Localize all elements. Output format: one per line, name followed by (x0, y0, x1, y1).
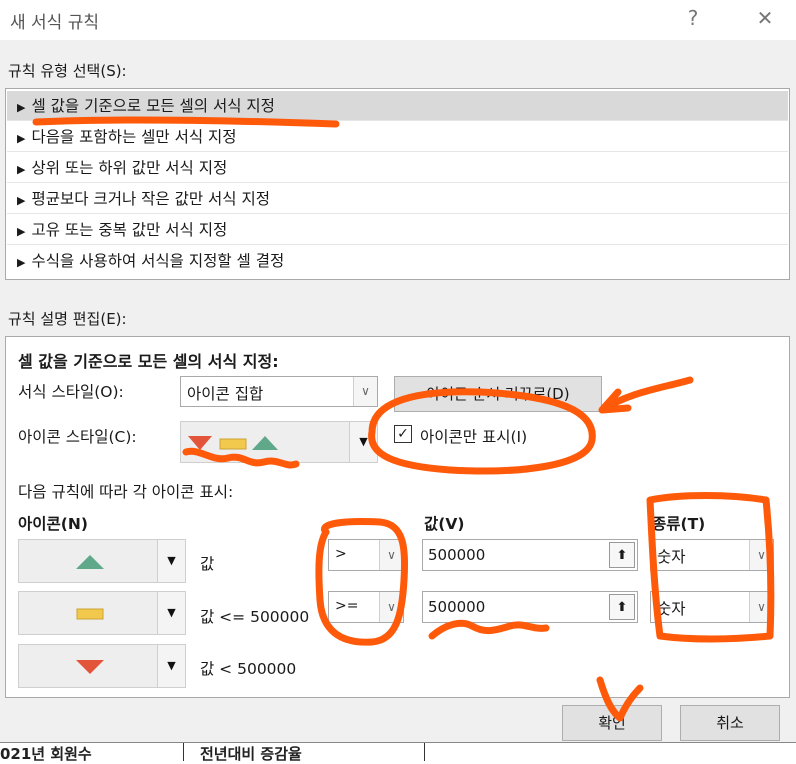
row1-operator-select[interactable]: > ∨ (328, 539, 404, 571)
help-button[interactable]: ? (676, 6, 710, 30)
chevron-down-icon: ∨ (379, 540, 403, 570)
dropdown-arrow-icon: ▼ (157, 540, 185, 582)
rule-type-item[interactable]: ▶ 다음을 포함하는 셀만 서식 지정 (7, 122, 788, 152)
up-triangle-green-icon (76, 555, 104, 569)
dialog-title: 새 서식 규칙 (10, 13, 100, 33)
range-select-icon[interactable]: ⬆ (609, 594, 635, 620)
title-bar: 새 서식 규칙 ? ✕ (0, 0, 796, 40)
rule-type-label: 규칙 유형 선택(S): (8, 62, 127, 80)
row3-condition-text: 값 < 500000 (200, 660, 297, 678)
ok-button[interactable]: 확인 (562, 705, 662, 741)
background-sheet-strip: 021년 회원수 전년대비 증감율 (0, 742, 796, 763)
type-column-header: 종류(T) (652, 515, 706, 533)
reverse-icon-order-button[interactable]: 아이콘 순서 거꾸로(D) (394, 376, 602, 412)
row1-condition-text: 값 (200, 555, 215, 573)
row2-type-select[interactable]: 숫자 ∨ (650, 591, 774, 623)
dropdown-arrow-icon: ▼ (157, 645, 185, 687)
three-triangles-icon (188, 436, 278, 450)
icon-only-label: 아이콘만 표시(I) (420, 428, 528, 446)
cancel-button[interactable]: 취소 (680, 705, 780, 741)
triangle-right-icon: ▶ (17, 225, 26, 238)
icon-style-label: 아이콘 스타일(C): (18, 428, 137, 446)
triangle-right-icon: ▶ (17, 132, 26, 145)
chevron-down-icon: ∨ (379, 592, 403, 622)
rules-caption: 다음 규칙에 따라 각 아이콘 표시: (18, 483, 234, 501)
range-select-icon[interactable]: ⬆ (609, 542, 635, 568)
sheet-cell-fragment: 021년 회원수 (0, 745, 92, 763)
down-triangle-red-icon (76, 660, 104, 674)
row1-type-select[interactable]: 숫자 ∨ (650, 539, 774, 571)
close-button[interactable]: ✕ (748, 6, 782, 30)
icon-only-checkbox[interactable]: ✓ (394, 425, 412, 443)
cell-divider (424, 743, 425, 761)
format-style-label: 서식 스타일(O): (18, 383, 124, 401)
dropdown-arrow-icon: ▼ (157, 592, 185, 634)
cell-divider (183, 743, 184, 761)
triangle-right-icon: ▶ (17, 256, 26, 269)
value-column-header: 값(V) (424, 515, 465, 533)
icon-style-select[interactable]: ▼ (180, 421, 378, 463)
icon-column-header: 아이콘(N) (18, 515, 88, 533)
rule-type-item[interactable]: ▶ 셀 값을 기준으로 모든 셀의 서식 지정 (7, 91, 788, 121)
triangle-right-icon: ▶ (17, 101, 26, 114)
rule-type-item[interactable]: ▶ 평균보다 크거나 작은 값만 서식 지정 (7, 184, 788, 214)
row2-operator-select[interactable]: >= ∨ (328, 591, 404, 623)
format-style-select[interactable]: 아이콘 집합 ∨ (180, 376, 378, 407)
chevron-down-icon: ∨ (749, 540, 773, 570)
rule-type-item[interactable]: ▶ 고유 또는 중복 값만 서식 지정 (7, 215, 788, 245)
row2-icon-select[interactable]: ▼ (18, 591, 186, 635)
sheet-cell-fragment: 전년대비 증감율 (200, 745, 302, 763)
triangle-right-icon: ▶ (17, 194, 26, 207)
edit-label: 규칙 설명 편집(E): (8, 310, 127, 328)
bar-yellow-icon (76, 608, 104, 620)
row1-value-input[interactable]: 500000 ⬆ (422, 539, 638, 571)
format-style-value: 아이콘 집합 (187, 385, 264, 403)
edit-heading: 셀 값을 기준으로 모든 셀의 서식 지정: (18, 352, 279, 371)
triangle-right-icon: ▶ (17, 163, 26, 176)
row3-icon-select[interactable]: ▼ (18, 644, 186, 688)
rule-type-item[interactable]: ▶ 수식을 사용하여 서식을 지정할 셀 결정 (7, 246, 788, 276)
chevron-down-icon: ∨ (749, 592, 773, 622)
row2-condition-text: 값 <= 500000 (200, 608, 310, 626)
chevron-down-icon: ∨ (353, 377, 377, 406)
row1-icon-select[interactable]: ▼ (18, 539, 186, 583)
rule-type-list[interactable]: ▶ 셀 값을 기준으로 모든 셀의 서식 지정 ▶ 다음을 포함하는 셀만 서식 지… (5, 88, 790, 280)
rule-type-item[interactable]: ▶ 상위 또는 하위 값만 서식 지정 (7, 153, 788, 183)
row2-value-input[interactable]: 500000 ⬆ (422, 591, 638, 623)
dropdown-arrow-icon: ▼ (349, 422, 377, 462)
